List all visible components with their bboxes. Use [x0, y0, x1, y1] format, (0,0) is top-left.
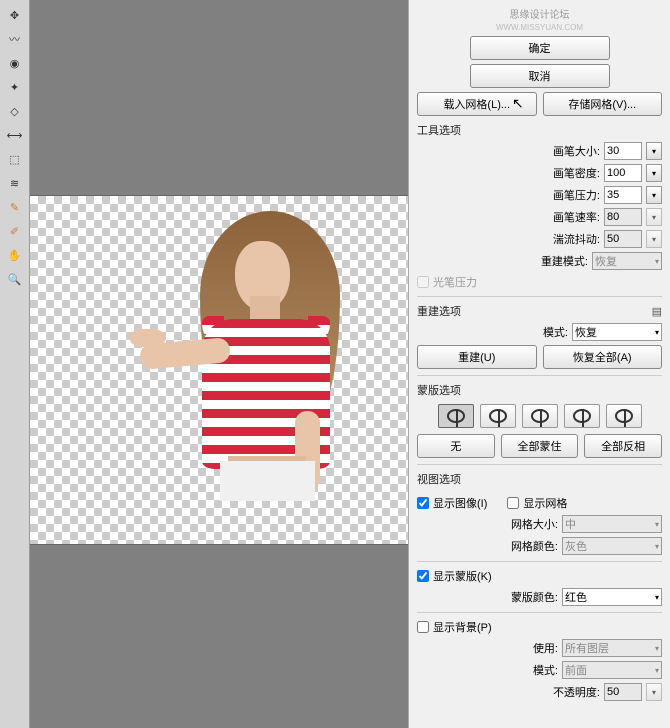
stylus-pressure-label: 光笔压力 — [433, 274, 477, 290]
show-bg-checkbox[interactable] — [417, 621, 429, 633]
turbulence-label: 湍流抖动: — [542, 231, 600, 247]
push-tool-icon[interactable]: ⟷ — [3, 124, 27, 146]
show-image-checkbox[interactable] — [417, 497, 429, 509]
subject-figure — [140, 211, 360, 541]
reconstruct-mode-label: 重建模式: — [530, 253, 588, 269]
mesh-color-label: 网格颜色: — [500, 538, 558, 554]
mask-title: 蒙版选项 — [417, 382, 662, 398]
save-mesh-button[interactable]: 存储网格(V)... — [543, 92, 663, 116]
use-label: 使用: — [500, 640, 558, 656]
load-mesh-button[interactable]: 载入网格(L)... — [417, 92, 537, 116]
reconstruct-mode-select: 恢复 — [592, 252, 662, 270]
mask-color-label: 蒙版颜色: — [500, 589, 558, 605]
mask-color-select[interactable]: 红色 — [562, 588, 662, 606]
turbulence-tool-icon[interactable]: ≋ — [3, 172, 27, 194]
brush-rate-label: 画笔速率: — [542, 209, 600, 225]
pucker-tool-icon[interactable]: ✦ — [3, 76, 27, 98]
brush-size-input[interactable] — [604, 142, 642, 160]
options-panel: 思缘设计论坛 WWW.MISSYUAN.COM 确定 取消 载入网格(L)...… — [408, 0, 670, 728]
canvas-gray-bottom — [30, 545, 408, 725]
mask-invert-icon[interactable] — [606, 404, 642, 428]
thaw-tool-icon[interactable]: ✐ — [3, 220, 27, 242]
reconstruct-mode2-label: 模式: — [510, 324, 568, 340]
reconstruct-title: 重建选项 — [417, 303, 461, 319]
ok-button[interactable]: 确定 — [470, 36, 610, 60]
brush-tool-icon[interactable]: 〰 — [3, 28, 27, 50]
bg-mode-label: 模式: — [500, 662, 558, 678]
brush-rate-input — [604, 208, 642, 226]
bg-mode-select: 前面 — [562, 661, 662, 679]
show-mesh-label: 显示网格 — [523, 495, 567, 511]
rebuild-button[interactable]: 重建(U) — [417, 345, 537, 369]
restore-all-button[interactable]: 恢复全部(A) — [543, 345, 663, 369]
mesh-color-select: 灰色 — [562, 537, 662, 555]
toolbar: ✥ 〰 ◉ ✦ ◇ ⟷ ⬚ ≋ ✎ ✐ ✋ 🔍 — [0, 0, 30, 728]
brush-pressure-dropdown[interactable] — [646, 186, 662, 204]
show-image-label: 显示图像(I) — [433, 495, 487, 511]
stylus-pressure-checkbox — [417, 276, 429, 288]
brush-pressure-input[interactable] — [604, 186, 642, 204]
brush-density-label: 画笔密度: — [542, 165, 600, 181]
warp-tool-icon[interactable]: ✥ — [3, 4, 27, 26]
brush-density-dropdown[interactable] — [646, 164, 662, 182]
canvas-gray-top — [30, 0, 408, 195]
reconstruct-menu-icon[interactable]: ▤ — [652, 305, 662, 318]
show-mask-checkbox[interactable] — [417, 570, 429, 582]
brush-pressure-label: 画笔压力: — [542, 187, 600, 203]
mask-replace-icon[interactable] — [438, 404, 474, 428]
turbulence-dropdown — [646, 230, 662, 248]
mask-subtract-icon[interactable] — [522, 404, 558, 428]
turbulence-input — [604, 230, 642, 248]
opacity-label: 不透明度: — [542, 684, 600, 700]
brush-size-label: 画笔大小: — [542, 143, 600, 159]
hand-tool-icon[interactable]: ✋ — [3, 244, 27, 266]
mask-none-button[interactable]: 无 — [417, 434, 495, 458]
brush-density-input[interactable] — [604, 164, 642, 182]
mask-invert-button[interactable]: 全部反相 — [584, 434, 662, 458]
brush-size-dropdown[interactable] — [646, 142, 662, 160]
show-bg-label: 显示背景(P) — [433, 619, 492, 635]
mesh-size-select: 中 — [562, 515, 662, 533]
mask-add-icon[interactable] — [480, 404, 516, 428]
cancel-button[interactable]: 取消 — [470, 64, 610, 88]
tool-options-title: 工具选项 — [417, 122, 662, 138]
zoom-tool-icon[interactable]: 🔍 — [3, 268, 27, 290]
use-select: 所有图层 — [562, 639, 662, 657]
opacity-input — [604, 683, 642, 701]
bloat-tool-icon[interactable]: ◇ — [3, 100, 27, 122]
mesh-size-label: 网格大小: — [500, 516, 558, 532]
canvas-area — [30, 0, 408, 728]
mask-intersect-icon[interactable] — [564, 404, 600, 428]
view-title: 视图选项 — [417, 471, 662, 487]
show-mesh-checkbox[interactable] — [507, 497, 519, 509]
reconstruct-mode2-select[interactable]: 恢复 — [572, 323, 662, 341]
opacity-dropdown — [646, 683, 662, 701]
freeze-tool-icon[interactable]: ✎ — [3, 196, 27, 218]
brush-rate-dropdown — [646, 208, 662, 226]
mirror-tool-icon[interactable]: ⬚ — [3, 148, 27, 170]
show-mask-label: 显示蒙版(K) — [433, 568, 492, 584]
watermark-url: WWW.MISSYUAN.COM — [417, 23, 662, 32]
canvas-image[interactable] — [30, 195, 408, 545]
mask-all-button[interactable]: 全部蒙住 — [501, 434, 579, 458]
twirl-tool-icon[interactable]: ◉ — [3, 52, 27, 74]
watermark-title: 思缘设计论坛 — [417, 6, 662, 21]
